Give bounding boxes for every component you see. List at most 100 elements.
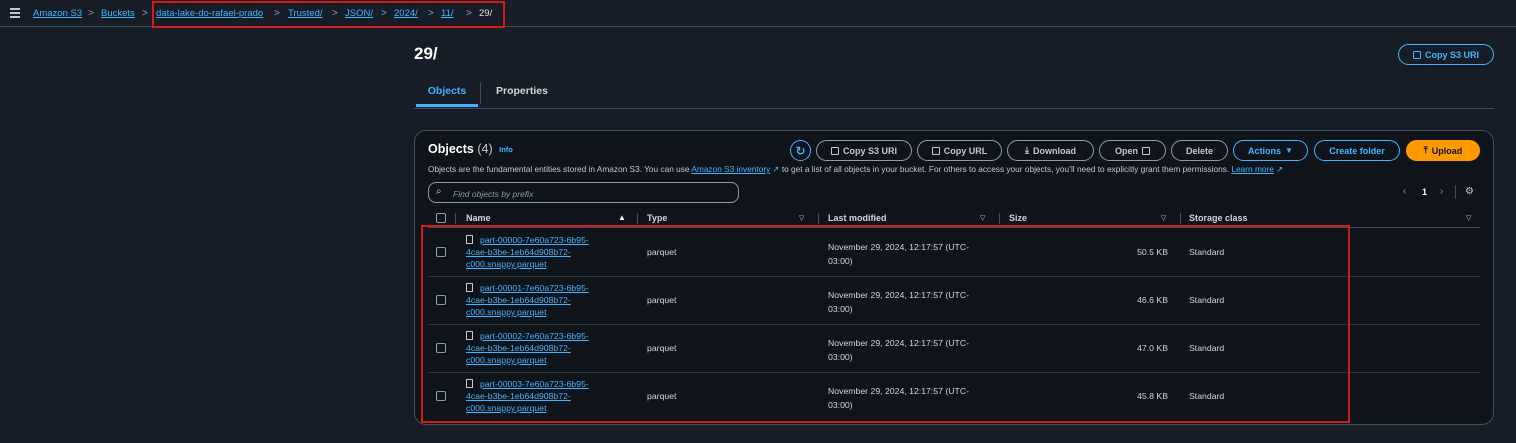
search-input[interactable] [451,186,735,201]
copy-icon [830,146,839,155]
breadcrumb-buckets[interactable]: Buckets [101,0,135,27]
breadcrumb-separator-icon: > [428,8,434,19]
tab-properties[interactable]: Properties [496,80,548,107]
open-button[interactable]: Open [1099,140,1166,161]
row-checkbox[interactable] [436,391,446,401]
breadcrumb-separator-icon: > [88,8,94,19]
search-box: ⌕ [428,182,739,203]
object-last-modified: November 29, 2024, 12:17:57 (UTC- 03:00) [828,386,970,410]
objects-heading: Objects (4) Info [428,142,513,156]
upload-button[interactable]: ⤒ Upload [1406,140,1480,161]
actions-dropdown[interactable]: Actions ▼ [1233,140,1308,161]
delete-button[interactable]: Delete [1171,140,1228,161]
column-header-name[interactable]: Name [466,213,491,223]
upload-icon: ⤒ [1423,145,1428,155]
row-checkbox[interactable] [436,247,446,257]
object-type: parquet [647,247,677,257]
menu-icon[interactable] [10,8,20,18]
inventory-link[interactable]: Amazon S3 inventory [691,164,770,174]
column-header-storage-class[interactable]: Storage class [1189,213,1248,223]
column-divider [455,213,456,224]
sort-ascending-icon[interactable]: ▲ [618,213,626,222]
copy-icon [931,146,940,155]
breadcrumb-separator-icon: > [142,8,148,19]
prev-page-icon[interactable]: ‹ [1403,186,1406,197]
external-link-icon: ↗ [1273,164,1284,174]
page-number[interactable]: 1 [1422,187,1427,197]
object-size: 45.8 KB [1137,391,1168,401]
breadcrumb-separator-icon: > [381,8,387,19]
object-storage-class: Standard [1189,295,1225,305]
object-name-link[interactable]: part-00003-7e60a723-6b95- 4cae-b3be-1eb64… [466,378,616,414]
object-type: parquet [647,343,677,353]
breadcrumb-bucket[interactable]: data-lake-do-rafael-prado [156,0,263,27]
column-header-size[interactable]: Size [1009,213,1027,223]
pagination-divider [1455,185,1456,199]
object-storage-class: Standard [1189,391,1225,401]
tab-bar: Objects Properties [414,80,1494,109]
breadcrumb-11[interactable]: 11/ [441,0,454,27]
tab-objects[interactable]: Objects [416,80,478,107]
gear-icon[interactable]: ⚙ [1465,186,1474,197]
copy-icon [1412,50,1421,59]
sort-icon[interactable]: ▽ [980,214,985,222]
breadcrumb-amazon-s3[interactable]: Amazon S3 [33,0,82,27]
select-all-checkbox[interactable] [436,213,446,223]
sort-icon[interactable]: ▽ [1466,214,1471,222]
copy-s3-uri-header-button[interactable]: Copy S3 URI [1398,44,1494,65]
download-icon: ⤓ [1025,145,1029,155]
row-checkbox[interactable] [436,343,446,353]
column-divider [999,213,1000,224]
object-size: 47.0 KB [1137,343,1168,353]
download-button[interactable]: ⤓ Download [1007,140,1094,161]
copy-s3-uri-button[interactable]: Copy S3 URI [816,140,912,161]
sort-icon[interactable]: ▽ [799,214,804,222]
breadcrumb-separator-icon: > [466,8,472,19]
breadcrumb-separator-icon: > [332,8,338,19]
row-divider [428,324,1480,325]
object-name-link[interactable]: part-00000-7e60a723-6b95- 4cae-b3be-1eb64… [466,234,616,270]
object-last-modified: November 29, 2024, 12:17:57 (UTC- 03:00) [828,338,970,362]
file-icon [466,283,473,292]
info-link[interactable]: Info [499,145,513,154]
refresh-button[interactable]: ↻ [790,140,811,161]
breadcrumb-separator-icon: > [274,8,280,19]
column-divider [818,213,819,224]
page-title: 29/ [414,44,438,63]
tab-divider [480,82,481,104]
objects-description: Objects are the fundamental entities sto… [428,164,1284,174]
column-header-last-modified[interactable]: Last modified [828,213,887,223]
breadcrumb-trusted[interactable]: Trusted/ [288,0,323,27]
row-checkbox[interactable] [436,295,446,305]
column-header-type[interactable]: Type [647,213,667,223]
column-divider [1180,213,1181,224]
breadcrumb-2024[interactable]: 2024/ [394,0,418,27]
object-type: parquet [647,391,677,401]
row-divider [428,276,1480,277]
learn-more-link[interactable]: Learn more [1231,164,1273,174]
breadcrumb-json[interactable]: JSON/ [345,0,373,27]
object-size: 50.5 KB [1137,247,1168,257]
copy-url-button[interactable]: Copy URL [917,140,1002,161]
header-divider [428,227,1480,228]
refresh-icon: ↻ [795,143,806,158]
object-storage-class: Standard [1189,343,1225,353]
file-icon [466,379,473,388]
search-icon: ⌕ [436,186,442,197]
objects-count: (4) [477,142,493,156]
object-type: parquet [647,295,677,305]
file-icon [466,235,473,244]
object-last-modified: November 29, 2024, 12:17:57 (UTC- 03:00) [828,242,970,266]
object-name-link[interactable]: part-00002-7e60a723-6b95- 4cae-b3be-1eb64… [466,330,616,366]
file-icon [466,331,473,340]
object-last-modified: November 29, 2024, 12:17:57 (UTC- 03:00) [828,290,970,314]
caret-down-icon: ▼ [1285,146,1293,155]
next-page-icon[interactable]: › [1440,186,1443,197]
row-divider [428,372,1480,373]
sort-icon[interactable]: ▽ [1161,214,1166,222]
external-link-icon: ↗ [770,164,780,174]
object-name-link[interactable]: part-00001-7e60a723-6b95- 4cae-b3be-1eb64… [466,282,616,318]
create-folder-button[interactable]: Create folder [1314,140,1400,161]
object-size: 46.6 KB [1137,295,1168,305]
object-storage-class: Standard [1189,247,1225,257]
